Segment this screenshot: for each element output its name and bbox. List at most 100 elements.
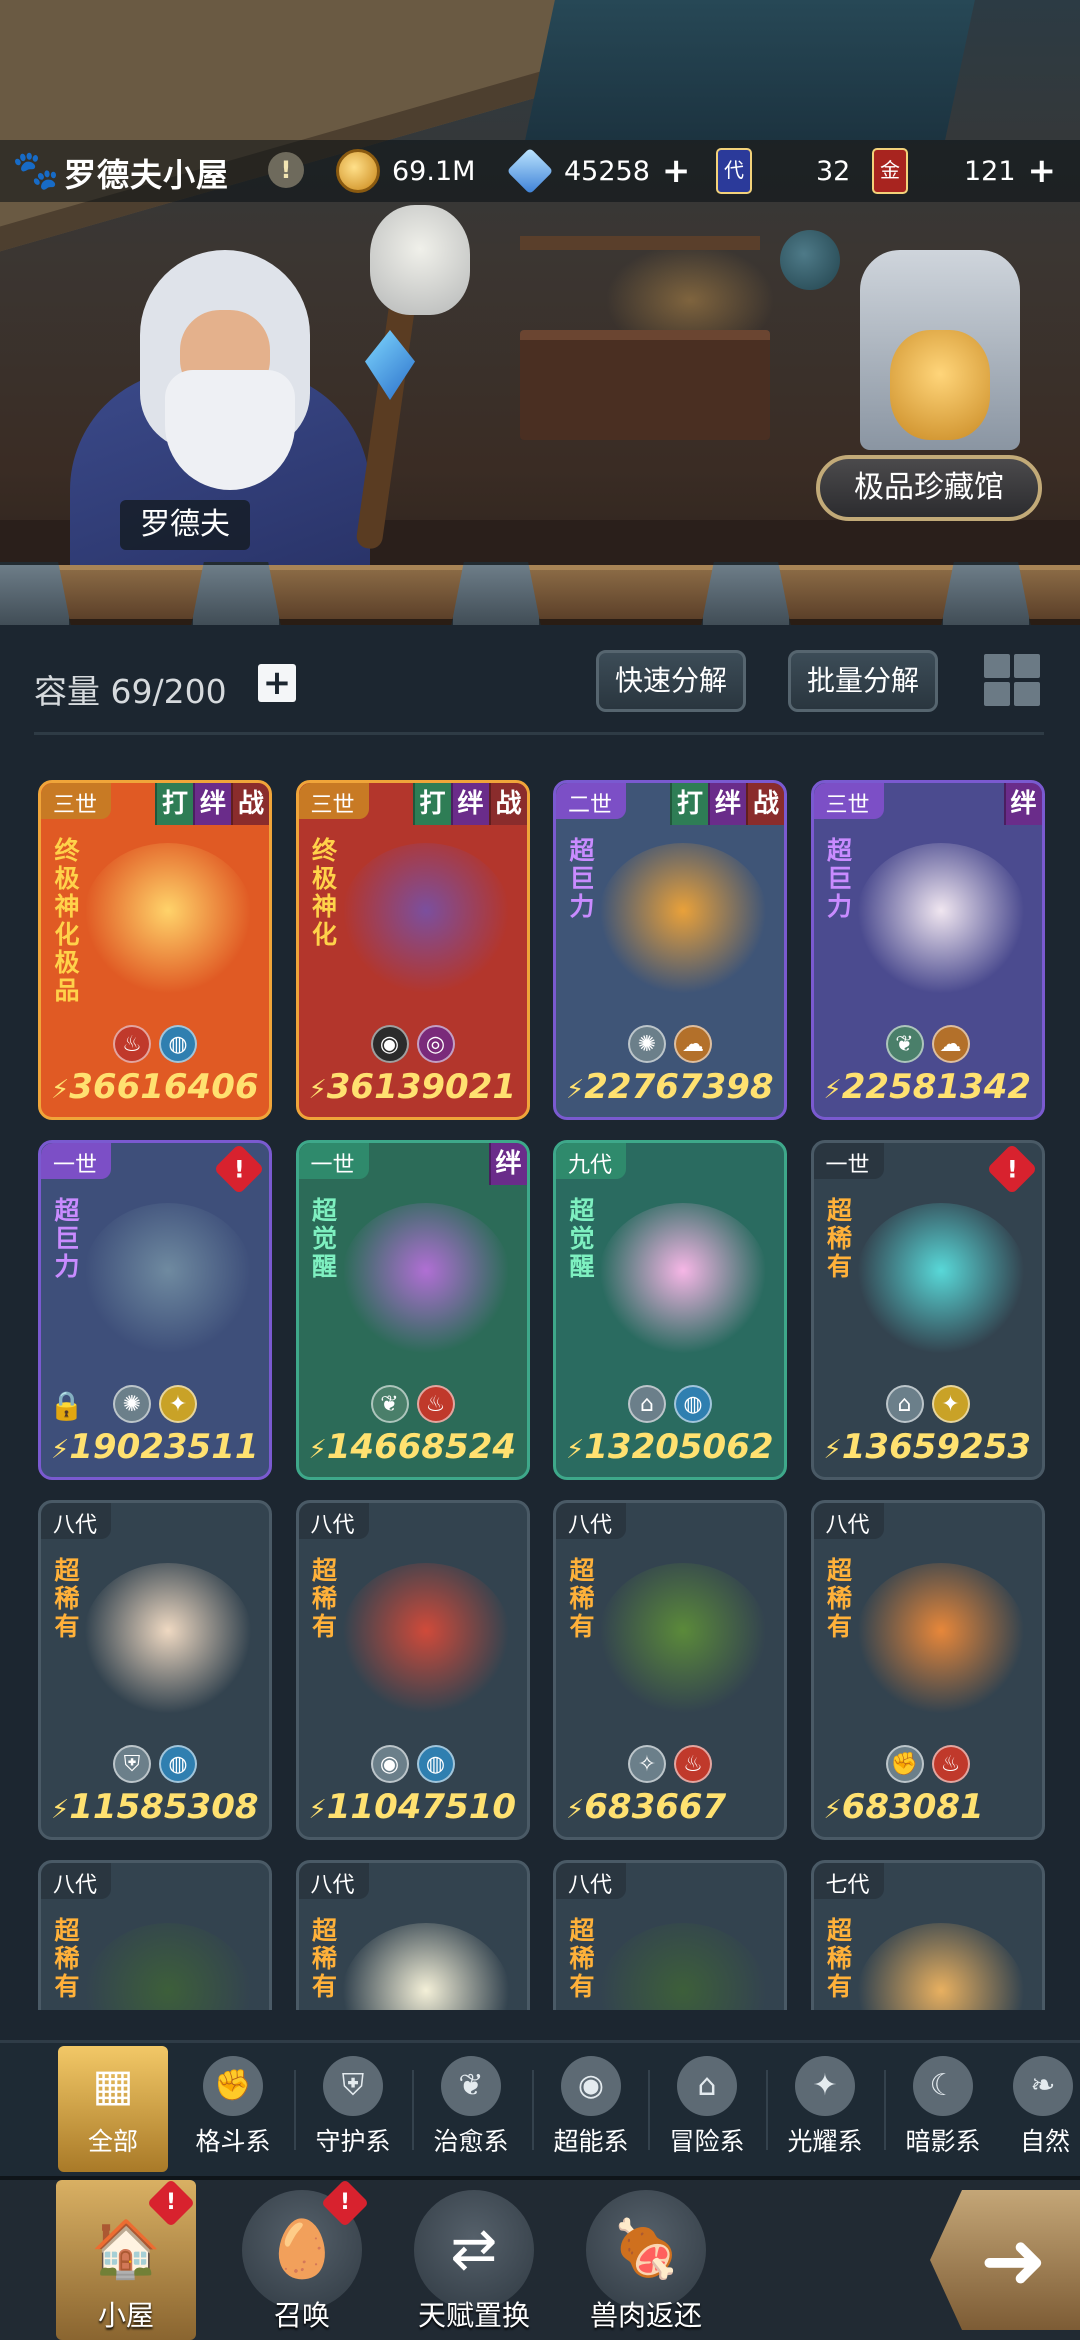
creature-art bbox=[598, 843, 768, 993]
monster-card[interactable]: 七代 超稀有 bbox=[810, 1860, 1045, 2010]
jin-card-value: 121 bbox=[964, 155, 1016, 187]
card-rarity: 超稀有 bbox=[826, 1556, 852, 1641]
element-icons: ⛨ ◍ bbox=[41, 1745, 269, 1783]
card-generation: 一世 bbox=[310, 1153, 355, 1178]
expand-capacity-button[interactable]: + bbox=[258, 664, 296, 702]
monster-card[interactable]: 三世 打绊战终极神化 ◉ ◎ ⚡36139021 bbox=[295, 780, 530, 1120]
element-icon: ✺ bbox=[628, 1025, 666, 1063]
grid-view-toggle[interactable] bbox=[984, 654, 1040, 706]
card-tags: 打绊战 bbox=[155, 783, 269, 825]
monster-card[interactable]: 八代 超稀有 ✊ ♨ ⚡683081 bbox=[810, 1500, 1045, 1840]
power-icon: ⚡ bbox=[51, 1435, 70, 1465]
next-page-button[interactable]: ➜ bbox=[930, 2190, 1080, 2330]
monster-card[interactable]: 八代 超稀有 ✧ ♨ ⚡683667 bbox=[553, 1500, 787, 1840]
monster-card[interactable]: 九代 超觉醒 ⌂ ◍ ⚡13205062 bbox=[553, 1140, 787, 1480]
card-generation: 八代 bbox=[310, 1513, 355, 1538]
power-icon: ⚡ bbox=[566, 1075, 585, 1105]
monster-card[interactable]: 八代 超稀有 bbox=[295, 1860, 530, 2010]
bookshelf bbox=[520, 236, 760, 250]
cat-fighter[interactable]: ✊ 格斗系 bbox=[178, 2046, 288, 2172]
swap-icon: ⇄ bbox=[414, 2190, 534, 2310]
cat-shadow[interactable]: ☾ 暗影系 bbox=[888, 2046, 998, 2172]
lock-icon[interactable]: 🔒 bbox=[49, 1389, 84, 1422]
dai-card-counter: 代 32 bbox=[716, 148, 850, 194]
monster-card[interactable]: 三世 打绊战终极神化极品 ♨ ◍ ⚡36616406 bbox=[38, 780, 272, 1120]
nav-talent-swap[interactable]: ⇄ 天赋置换 bbox=[404, 2180, 544, 2340]
capacity-label: 容量 69/200 bbox=[34, 672, 227, 711]
panel-divider bbox=[34, 732, 1044, 735]
cat-all[interactable]: ▦ 全部 bbox=[58, 2046, 168, 2172]
card-rarity: 超觉醒 bbox=[569, 1196, 595, 1281]
cat-light[interactable]: ✦ 光耀系 bbox=[770, 2046, 880, 2172]
card-generation: 八代 bbox=[310, 1873, 355, 1898]
card-tag: 战 bbox=[231, 783, 269, 825]
monster-card[interactable]: 八代 超稀有 bbox=[38, 1860, 272, 2010]
cat-psychic[interactable]: ◉ 超能系 bbox=[536, 2046, 646, 2172]
monster-card[interactable]: 八代 超稀有 bbox=[553, 1860, 787, 2010]
card-power: ⚡19023511 bbox=[51, 1427, 259, 1467]
info-icon[interactable]: ! bbox=[268, 152, 304, 188]
monster-card[interactable]: 一世 超稀有 ⌂ ✦ ⚡13659253! bbox=[810, 1140, 1045, 1480]
treasure-throne[interactable] bbox=[860, 250, 1020, 450]
card-generation: 一世 bbox=[53, 1153, 98, 1178]
element-icon: ◎ bbox=[416, 1025, 455, 1063]
monster-card[interactable]: 一世 绊超觉醒 ❦ ♨ ⚡14668524 bbox=[295, 1140, 530, 1480]
gem-counter: 45258 + bbox=[506, 147, 691, 195]
add-gems-button[interactable]: + bbox=[662, 151, 691, 191]
element-icon: ♨ bbox=[416, 1385, 455, 1423]
creature-art bbox=[855, 1923, 1026, 2010]
element-icon: ♨ bbox=[113, 1025, 151, 1063]
power-icon: ⚡ bbox=[308, 1795, 327, 1825]
element-icon: ❦ bbox=[370, 1385, 409, 1423]
creature-art bbox=[598, 1923, 768, 2010]
arrow-right-icon: ➜ bbox=[980, 2214, 1048, 2307]
jin-card-icon: 金 bbox=[872, 148, 908, 194]
fist-icon: ✊ bbox=[203, 2056, 263, 2116]
wood-beam bbox=[0, 562, 1080, 632]
creature-art bbox=[83, 1203, 253, 1353]
card-rarity: 超巨力 bbox=[54, 1196, 80, 1281]
element-icons: ✺ ☁ bbox=[556, 1025, 784, 1063]
element-icon: ✺ bbox=[113, 1385, 151, 1423]
creature-art bbox=[855, 1563, 1026, 1713]
museum-button[interactable]: 极品珍藏馆 bbox=[816, 455, 1042, 521]
card-rarity: 超稀有 bbox=[311, 1916, 337, 2001]
card-tag: 打 bbox=[670, 783, 708, 825]
element-icon: ⌂ bbox=[628, 1385, 666, 1423]
creature-art bbox=[83, 843, 253, 993]
element-icons: ❦ ☁ bbox=[814, 1025, 1042, 1063]
element-icon: ◉ bbox=[370, 1025, 409, 1063]
card-tags: 打绊战 bbox=[670, 783, 784, 825]
card-rarity: 超巨力 bbox=[569, 836, 595, 921]
card-tag: 绊 bbox=[1003, 783, 1042, 825]
batch-decompose-button[interactable]: 批量分解 bbox=[788, 650, 938, 712]
cat-guardian[interactable]: ⛨ 守护系 bbox=[298, 2046, 408, 2172]
monster-card[interactable]: 一世 超巨力 ✺ ✦ ⚡19023511! 🔒 bbox=[38, 1140, 272, 1480]
add-jin-button[interactable]: + bbox=[1028, 151, 1057, 191]
card-power: ⚡683667 bbox=[566, 1787, 727, 1827]
all-icon: ▦ bbox=[92, 2060, 134, 2111]
element-icons: ⌂ ✦ bbox=[814, 1385, 1042, 1423]
cat-adventure[interactable]: ⌂ 冒险系 bbox=[652, 2046, 762, 2172]
power-icon: ⚡ bbox=[566, 1795, 585, 1825]
element-icons: ✊ ♨ bbox=[814, 1745, 1042, 1783]
card-tags: 打绊战 bbox=[412, 783, 527, 825]
element-icon: ⛨ bbox=[113, 1745, 151, 1783]
nav-meat-return[interactable]: 🍖 兽肉返还 bbox=[576, 2180, 716, 2340]
quick-decompose-button[interactable]: 快速分解 bbox=[596, 650, 746, 712]
card-tag: 打 bbox=[155, 783, 193, 825]
element-icon: ✦ bbox=[159, 1385, 197, 1423]
card-generation: 八代 bbox=[568, 1513, 613, 1538]
element-icon: ☁ bbox=[931, 1025, 970, 1063]
monster-card[interactable]: 八代 超稀有 ⛨ ◍ ⚡11585308 bbox=[38, 1500, 272, 1840]
creature-art bbox=[598, 1203, 768, 1353]
cat-healer[interactable]: ❦ 治愈系 bbox=[416, 2046, 526, 2172]
element-icon: ✦ bbox=[931, 1385, 970, 1423]
monster-card[interactable]: 八代 超稀有 ◉ ◍ ⚡11047510 bbox=[295, 1500, 530, 1840]
monster-card[interactable]: 三世 绊超巨力 ❦ ☁ ⚡22581342 bbox=[810, 780, 1045, 1120]
cat-nature[interactable]: ❧ 自然 bbox=[1006, 2046, 1080, 2172]
element-icon: ♨ bbox=[931, 1745, 970, 1783]
card-rarity: 超稀有 bbox=[54, 1556, 80, 1641]
creature-art bbox=[340, 843, 511, 993]
monster-card[interactable]: 二世 打绊战超巨力 ✺ ☁ ⚡22767398 bbox=[553, 780, 787, 1120]
